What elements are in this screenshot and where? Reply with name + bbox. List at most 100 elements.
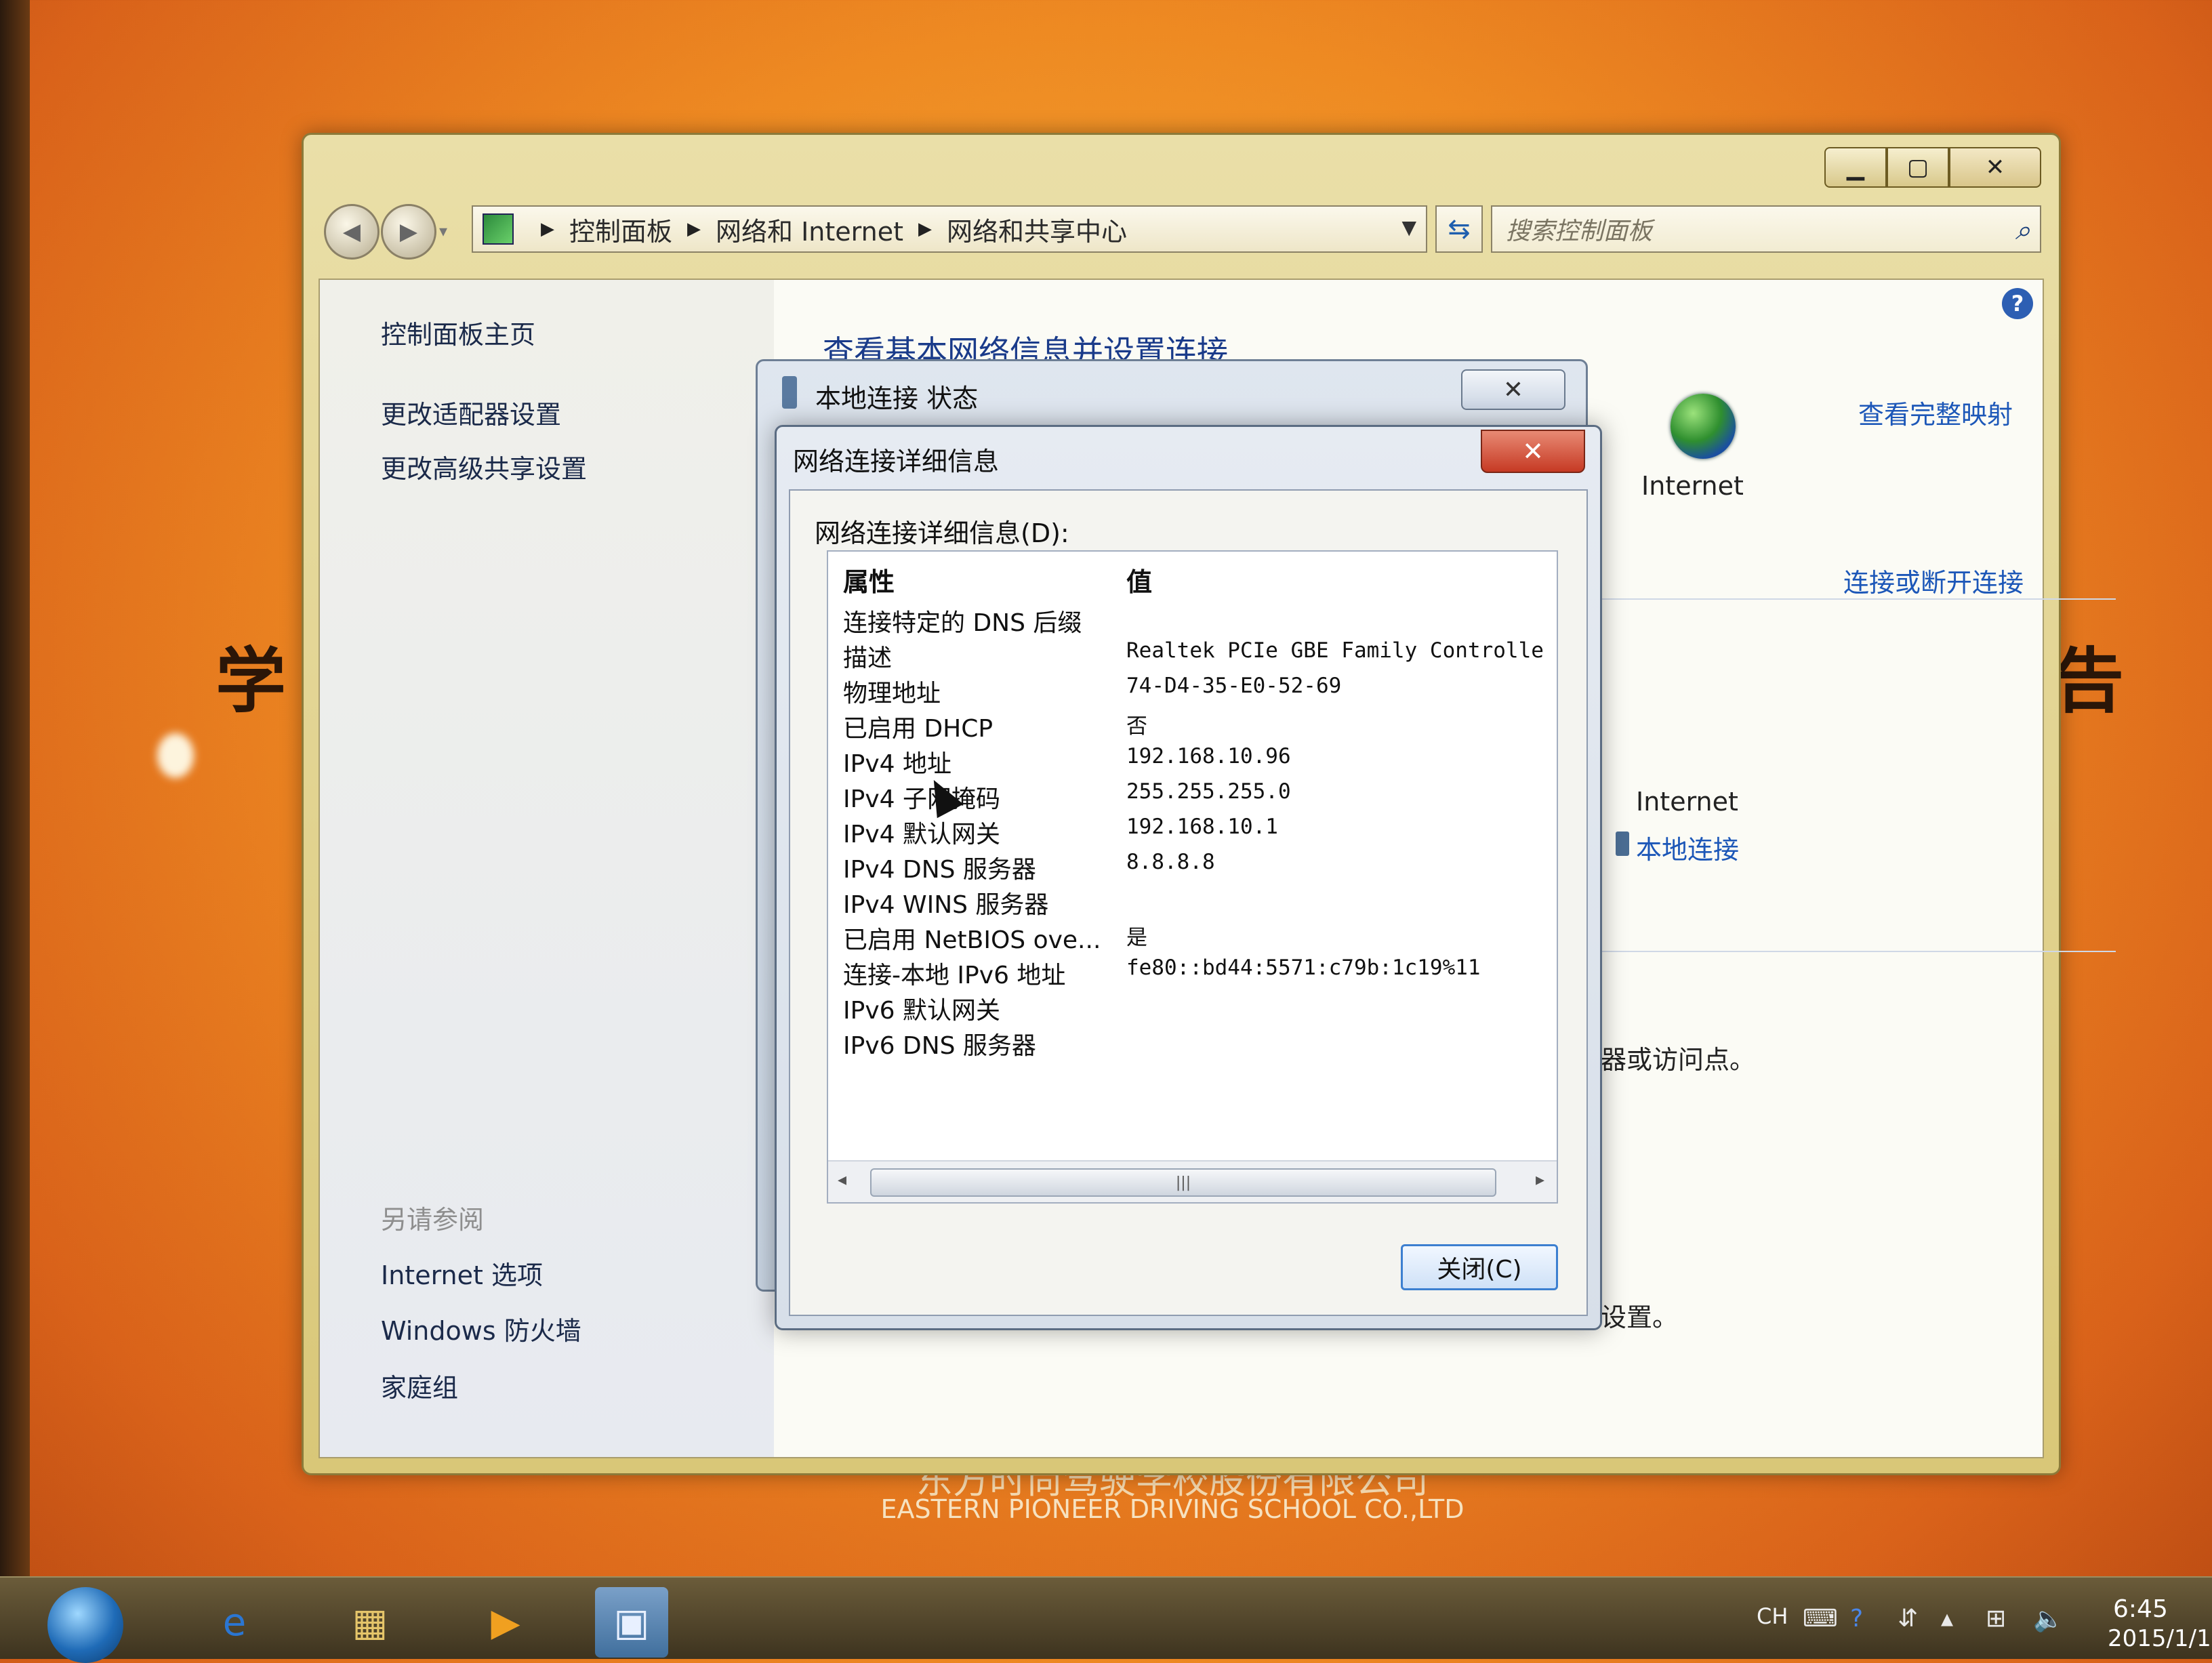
control-panel-icon bbox=[483, 213, 514, 245]
details-list-label: 网络连接详细信息(D): bbox=[815, 518, 1069, 548]
details-dialog-close-icon[interactable]: ✕ bbox=[1481, 430, 1585, 473]
view-full-map-link[interactable]: 查看完整映射 bbox=[1858, 394, 2013, 431]
scroll-thumb[interactable]: ||| bbox=[870, 1168, 1496, 1197]
back-button[interactable]: ◀ bbox=[324, 204, 380, 260]
connect-disconnect-link[interactable]: 连接或断开连接 bbox=[1843, 562, 2024, 599]
breadcrumb-separator-icon[interactable]: ▶ bbox=[687, 219, 701, 239]
value-cell: 192.168.10.96 bbox=[1126, 744, 1291, 768]
start-button[interactable] bbox=[47, 1587, 123, 1663]
table-row[interactable]: IPv4 DNS 服务器 8.8.8.8 bbox=[828, 850, 1557, 885]
help-tray-icon[interactable]: ? bbox=[1850, 1605, 1863, 1633]
property-cell: IPv4 子网掩码 bbox=[843, 785, 1000, 813]
table-row[interactable]: 物理地址 74-D4-35-E0-52-69 bbox=[828, 674, 1557, 709]
minimize-button[interactable]: ▁ bbox=[1824, 147, 1887, 188]
table-row[interactable]: 已启用 DHCP 否 bbox=[828, 709, 1557, 744]
close-window-button[interactable]: ✕ bbox=[1949, 147, 2041, 188]
control-panel-taskbar-icon[interactable]: ▣ bbox=[595, 1587, 668, 1658]
section-divider bbox=[1594, 951, 2116, 952]
property-cell: 连接-本地 IPv6 地址 bbox=[843, 962, 1066, 989]
property-cell: 物理地址 bbox=[843, 680, 941, 707]
network-tray-icon[interactable]: ⊞ bbox=[1986, 1605, 2006, 1633]
breadcrumb-control-panel[interactable]: 控制面板 bbox=[569, 211, 672, 248]
table-row[interactable]: IPv4 地址 192.168.10.96 bbox=[828, 744, 1557, 779]
address-bar[interactable]: ▶ 控制面板 ▶ 网络和 Internet ▶ 网络和共享中心 ▼ bbox=[472, 205, 1427, 253]
value-cell: 192.168.10.1 bbox=[1126, 815, 1278, 839]
property-cell: 已启用 DHCP bbox=[843, 715, 994, 743]
table-row[interactable]: IPv4 默认网关 192.168.10.1 bbox=[828, 815, 1557, 850]
local-connection-link[interactable]: 本地连接 bbox=[1636, 829, 1739, 866]
value-cell: 是 bbox=[1126, 926, 1147, 950]
media-player-icon[interactable]: ▶ bbox=[469, 1587, 542, 1658]
column-header-value[interactable]: 值 bbox=[1126, 561, 1152, 598]
screen-bezel bbox=[0, 0, 30, 1659]
input-settings-icon[interactable]: ⇵ bbox=[1898, 1605, 1918, 1633]
table-row[interactable]: 连接特定的 DNS 后缀 bbox=[828, 603, 1557, 638]
network-adapter-icon bbox=[782, 376, 797, 409]
table-row[interactable]: 描述 Realtek PCIe GBE Family Controlle bbox=[828, 638, 1557, 674]
language-indicator[interactable]: CH bbox=[1757, 1603, 1788, 1629]
help-icon[interactable]: ? bbox=[2002, 288, 2033, 319]
taskbar: e ▦ ▶ ▣ CH ⌨ ? ⇵ ▴ ⊞ 🔈 6:45 2015/1/1 bbox=[0, 1576, 2212, 1663]
value-cell: 8.8.8.8 bbox=[1126, 850, 1215, 874]
address-dropdown-icon[interactable]: ▼ bbox=[1401, 216, 1416, 239]
refresh-button[interactable]: ⇆ bbox=[1435, 205, 1483, 253]
property-cell: IPv6 默认网关 bbox=[843, 997, 1000, 1025]
globe-icon bbox=[1671, 394, 1736, 459]
sidebar-item-windows-firewall[interactable]: Windows 防火墙 bbox=[381, 1310, 581, 1347]
table-row[interactable]: IPv6 默认网关 bbox=[828, 991, 1557, 1026]
status-dialog-close-button[interactable]: ✕ bbox=[1461, 369, 1565, 410]
maximize-button[interactable]: ▢ bbox=[1887, 147, 1949, 188]
clock-date[interactable]: 2015/1/1 bbox=[2108, 1625, 2211, 1652]
sidebar-item-advanced-sharing-settings[interactable]: 更改高级共享设置 bbox=[381, 448, 587, 485]
details-list[interactable]: 属性 值 连接特定的 DNS 后缀 描述 Realtek PCIe GBE Fam… bbox=[827, 550, 1558, 1204]
partial-description-1: 器或访问点。 bbox=[1601, 1045, 1756, 1075]
wallpaper-left-text: 学 bbox=[216, 640, 287, 722]
details-dialog-title: 网络连接详细信息 bbox=[793, 447, 1000, 476]
keyboard-icon[interactable]: ⌨ bbox=[1803, 1605, 1838, 1633]
column-header-property[interactable]: 属性 bbox=[843, 561, 895, 598]
sidebar-item-homegroup[interactable]: 家庭组 bbox=[381, 1367, 458, 1404]
sidebar: 控制面板主页 更改适配器设置 更改高级共享设置 另请参阅 Internet 选项… bbox=[320, 280, 774, 1457]
table-row[interactable]: 已启用 NetBIOS ove... 是 bbox=[828, 920, 1557, 956]
close-button[interactable]: 关闭(C) bbox=[1401, 1244, 1558, 1290]
search-icon[interactable]: ⌕ bbox=[2015, 215, 2030, 246]
navigation-bar: ◀ ▶ ▾ ▶ 控制面板 ▶ 网络和 Internet ▶ 网络和共享中心 ▼ … bbox=[324, 203, 2041, 260]
show-hidden-icons-chevron-icon[interactable]: ▴ bbox=[1941, 1605, 1953, 1633]
sidebar-item-change-adapter-settings[interactable]: 更改适配器设置 bbox=[381, 394, 561, 431]
partial-description-2: 设置。 bbox=[1601, 1302, 1679, 1332]
table-row[interactable]: IPv6 DNS 服务器 bbox=[828, 1026, 1557, 1061]
access-type-value: Internet bbox=[1636, 787, 1738, 817]
scroll-right-icon[interactable]: ▸ bbox=[1536, 1170, 1544, 1190]
table-row[interactable]: IPv4 WINS 服务器 bbox=[828, 885, 1557, 920]
horizontal-scrollbar[interactable]: ◂ ||| ▸ bbox=[828, 1160, 1557, 1202]
breadcrumb-separator-icon[interactable]: ▶ bbox=[918, 219, 932, 239]
value-cell: 否 bbox=[1126, 714, 1147, 739]
property-cell: 连接特定的 DNS 后缀 bbox=[843, 609, 1082, 637]
breadcrumb-network-sharing-center[interactable]: 网络和共享中心 bbox=[947, 211, 1127, 248]
clock-time[interactable]: 6:45 bbox=[2113, 1595, 2168, 1623]
property-cell: IPv4 默认网关 bbox=[843, 821, 1000, 848]
recent-pages-chevron-icon[interactable]: ▾ bbox=[439, 222, 447, 241]
section-divider bbox=[1594, 598, 2116, 600]
status-dialog-title: 本地连接 状态 bbox=[815, 384, 979, 413]
table-row[interactable]: 连接-本地 IPv6 地址 fe80::bd44:5571:c79b:1c19%1… bbox=[828, 956, 1557, 991]
forward-button[interactable]: ▶ bbox=[381, 204, 436, 260]
sidebar-item-control-panel-home[interactable]: 控制面板主页 bbox=[381, 314, 535, 351]
value-cell: 255.255.255.0 bbox=[1126, 779, 1291, 804]
sidebar-item-internet-options[interactable]: Internet 选项 bbox=[381, 1254, 543, 1292]
file-explorer-icon[interactable]: ▦ bbox=[333, 1587, 407, 1658]
search-input[interactable]: 搜索控制面板 ⌕ bbox=[1491, 205, 2041, 253]
search-placeholder: 搜索控制面板 bbox=[1506, 218, 1653, 245]
window-controls: ▁ ▢ ✕ bbox=[1824, 147, 2041, 188]
volume-icon[interactable]: 🔈 bbox=[2033, 1605, 2064, 1633]
property-cell: IPv4 地址 bbox=[843, 750, 951, 778]
value-cell: fe80::bd44:5571:c79b:1c19%11 bbox=[1126, 956, 1481, 980]
breadcrumb-network-internet[interactable]: 网络和 Internet bbox=[716, 211, 903, 248]
internet-node-label: Internet bbox=[1641, 471, 1744, 501]
adapter-icon bbox=[1616, 832, 1629, 856]
breadcrumb-separator-icon[interactable]: ▶ bbox=[541, 219, 554, 239]
internet-explorer-icon[interactable]: e bbox=[198, 1587, 271, 1658]
scroll-left-icon[interactable]: ◂ bbox=[838, 1170, 846, 1190]
see-also-heading: 另请参阅 bbox=[381, 1205, 485, 1235]
value-cell: Realtek PCIe GBE Family Controlle bbox=[1126, 638, 1544, 663]
